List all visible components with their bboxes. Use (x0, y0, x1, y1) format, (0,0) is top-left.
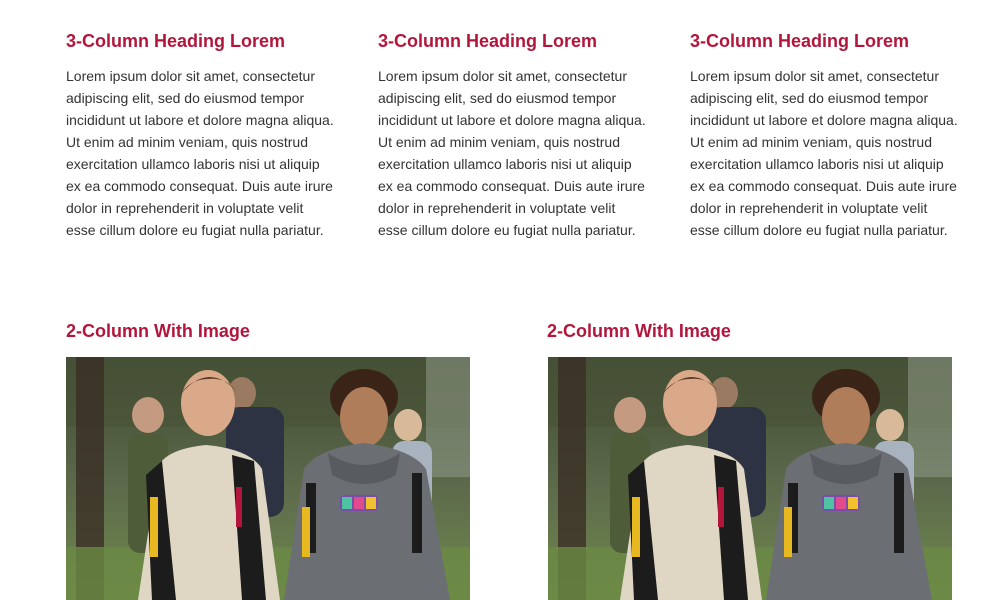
column-1: 3-Column Heading Lorem Lorem ipsum dolor… (66, 30, 334, 241)
students-photo-left (66, 357, 470, 600)
column-heading: 3-Column Heading Lorem (378, 31, 598, 51)
two-column-heading-right: 2-Column With Image (547, 321, 731, 341)
two-column-heading-left: 2-Column With Image (66, 321, 250, 341)
column-body-text: Lorem ipsum dolor sit amet, consectetur … (66, 68, 334, 238)
students-photo-right (548, 357, 952, 600)
column-body-text: Lorem ipsum dolor sit amet, consectetur … (690, 68, 958, 238)
column-heading: 3-Column Heading Lorem (690, 31, 910, 51)
column-3: 3-Column Heading Lorem Lorem ipsum dolor… (690, 30, 958, 241)
page: 3-Column Heading Lorem Lorem ipsum dolor… (0, 0, 1000, 600)
column-heading: 3-Column Heading Lorem (66, 31, 286, 51)
column-body-text: Lorem ipsum dolor sit amet, consectetur … (378, 68, 646, 238)
column-2: 3-Column Heading Lorem Lorem ipsum dolor… (378, 30, 646, 241)
